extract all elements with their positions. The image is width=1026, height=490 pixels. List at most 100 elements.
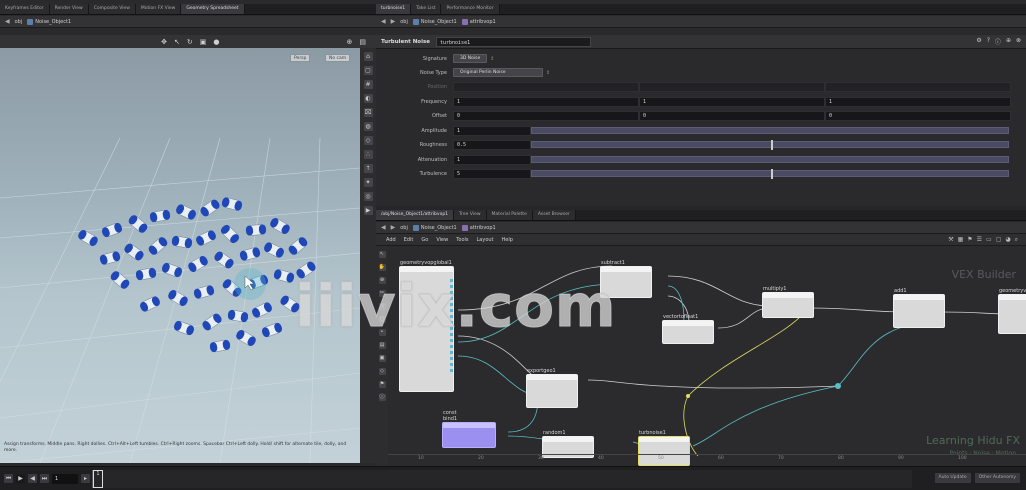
- position-field[interactable]: [453, 81, 639, 92]
- points-icon[interactable]: ∴: [363, 150, 373, 159]
- node-vectortofloat[interactable]: vectortofloat1: [662, 314, 714, 344]
- camera-view-icon[interactable]: ◎: [363, 192, 373, 201]
- rotate-tool-icon[interactable]: ↻: [187, 38, 193, 46]
- dot-node[interactable]: [686, 394, 690, 398]
- normals-icon[interactable]: ↑: [363, 164, 373, 173]
- amplitude-field[interactable]: 1: [453, 125, 531, 136]
- skip-start-icon[interactable]: ⏮: [4, 474, 13, 483]
- menu-go[interactable]: Go: [421, 237, 428, 243]
- select-icon[interactable]: ↖: [378, 251, 386, 258]
- info-icon[interactable]: ⓘ: [378, 394, 386, 401]
- autonomy-button[interactable]: Other Autonomy: [974, 473, 1020, 483]
- persp-menu[interactable]: Persp: [290, 54, 311, 62]
- position-field[interactable]: [639, 81, 825, 92]
- pin-icon[interactable]: ⊕: [1006, 37, 1011, 46]
- pan-icon[interactable]: ✋: [378, 264, 386, 271]
- attenuation-field[interactable]: 1: [453, 154, 531, 165]
- link-icon[interactable]: ⊗: [1016, 37, 1021, 46]
- snap-icon[interactable]: ⊕: [347, 38, 353, 46]
- list-icon[interactable]: ☰: [977, 236, 982, 244]
- dot-node[interactable]: [835, 383, 841, 389]
- path-node[interactable]: Noise_Object1: [27, 18, 71, 25]
- node-name-field[interactable]: turbnoise1: [435, 36, 591, 47]
- playhead[interactable]: 1: [93, 470, 103, 488]
- wire-icon[interactable]: ◇: [363, 136, 373, 145]
- tab-turbnoise[interactable]: turbnoise1: [376, 4, 412, 14]
- menu-tools[interactable]: Tools: [456, 237, 468, 243]
- path-root[interactable]: obj: [400, 19, 408, 25]
- tab-render-view[interactable]: Render View: [49, 4, 89, 14]
- node-add[interactable]: add1: [893, 288, 945, 328]
- amplitude-slider[interactable]: [531, 127, 1009, 134]
- lock-icon[interactable]: ⌧: [363, 108, 373, 117]
- gear-icon[interactable]: ⚙: [976, 37, 981, 46]
- tab-performance-monitor[interactable]: Performance Monitor: [441, 4, 500, 14]
- menu-help[interactable]: Help: [502, 237, 513, 243]
- forward-arrow-icon[interactable]: ▶: [391, 18, 396, 25]
- info-icon[interactable]: ⓘ: [995, 37, 1001, 46]
- menu-view[interactable]: View: [436, 237, 448, 243]
- tab-take-list[interactable]: Take List: [411, 4, 442, 14]
- thumbnail-icon[interactable]: ▣: [378, 355, 386, 362]
- step-forward-icon[interactable]: ▸: [81, 474, 90, 483]
- color-palette-icon[interactable]: ◕: [1005, 236, 1010, 244]
- position-field[interactable]: [825, 81, 1011, 92]
- search-icon[interactable]: ⌕: [1015, 236, 1018, 244]
- node-exportgeo[interactable]: exportgeo1: [526, 368, 578, 408]
- roughness-field[interactable]: 0.5: [453, 139, 531, 150]
- offset-y-field[interactable]: 0: [639, 110, 825, 121]
- back-arrow-icon[interactable]: ◀: [381, 224, 386, 231]
- tab-asset-browser[interactable]: Asset Browser: [532, 210, 576, 220]
- slider-knob[interactable]: [771, 169, 773, 179]
- roughness-slider[interactable]: [531, 140, 1009, 150]
- quick-mark-icon[interactable]: ◇: [378, 368, 386, 375]
- timeline-scrubber[interactable]: 1: [92, 470, 912, 488]
- sticky-note-icon[interactable]: ▭: [986, 236, 992, 244]
- turbulence-slider[interactable]: [531, 169, 1009, 179]
- tab-motion-fx[interactable]: Motion FX View: [135, 4, 182, 14]
- camera-menu[interactable]: No cam: [325, 54, 351, 62]
- tab-tree-view[interactable]: Tree View: [454, 210, 487, 220]
- step-back-icon[interactable]: ◀: [28, 474, 37, 483]
- dropdown-icon[interactable]: ⇕: [546, 70, 550, 76]
- grid-icon[interactable]: ▦: [958, 236, 964, 244]
- tab-network-path[interactable]: /obj/Noise_Object1/attribvop1: [376, 210, 455, 220]
- shading-icon[interactable]: ◍: [363, 122, 373, 131]
- skip-end-icon[interactable]: ⏭: [40, 474, 49, 483]
- select-tool-icon[interactable]: ✥: [161, 38, 167, 46]
- current-frame-field[interactable]: 1: [52, 473, 78, 484]
- path-node[interactable]: Noise_Object1: [412, 18, 457, 25]
- frame-icon[interactable]: ▢: [363, 66, 373, 75]
- offset-x-field[interactable]: 0: [453, 110, 639, 121]
- light-icon[interactable]: ●: [213, 38, 219, 46]
- dropdown-icon[interactable]: ⇕: [490, 56, 494, 62]
- menu-edit[interactable]: Edit: [404, 237, 414, 243]
- path-root[interactable]: obj: [15, 19, 23, 25]
- flag-icon[interactable]: ⚑: [967, 236, 972, 244]
- node-multiply[interactable]: multiply1: [762, 286, 814, 318]
- node-bind-const[interactable]: const bind1: [442, 410, 496, 448]
- offset-z-field[interactable]: 0: [825, 110, 1011, 121]
- attenuation-slider[interactable]: [531, 156, 1009, 163]
- path-child[interactable]: attribvop1: [461, 224, 496, 231]
- frequency-z-field[interactable]: 1: [825, 96, 1011, 107]
- box-icon[interactable]: ▢: [996, 236, 1002, 244]
- play-icon[interactable]: ▶: [16, 474, 25, 483]
- light-bulb-icon[interactable]: ✦: [363, 178, 373, 187]
- frequency-y-field[interactable]: 1: [639, 96, 825, 107]
- path-child[interactable]: attribvop1: [461, 18, 496, 25]
- render-icon[interactable]: ▶: [363, 206, 373, 215]
- forward-arrow-icon[interactable]: ▶: [391, 224, 396, 231]
- grid-icon[interactable]: #: [363, 80, 373, 89]
- path-root[interactable]: obj: [400, 225, 408, 231]
- back-arrow-icon[interactable]: ◀: [381, 18, 386, 25]
- signature-menu[interactable]: 3D Noise: [453, 54, 488, 63]
- wrench-icon[interactable]: ⚒: [948, 236, 953, 244]
- frequency-x-field[interactable]: 1: [453, 96, 639, 107]
- tab-keyframes[interactable]: Keyframes Editor: [0, 4, 50, 14]
- help-icon[interactable]: ?: [987, 37, 990, 46]
- flag-icon[interactable]: ⚑: [378, 381, 386, 388]
- back-arrow-icon[interactable]: ◀: [5, 18, 10, 25]
- layout-icon[interactable]: ▤: [378, 342, 386, 349]
- move-tool-icon[interactable]: ↖: [174, 38, 180, 46]
